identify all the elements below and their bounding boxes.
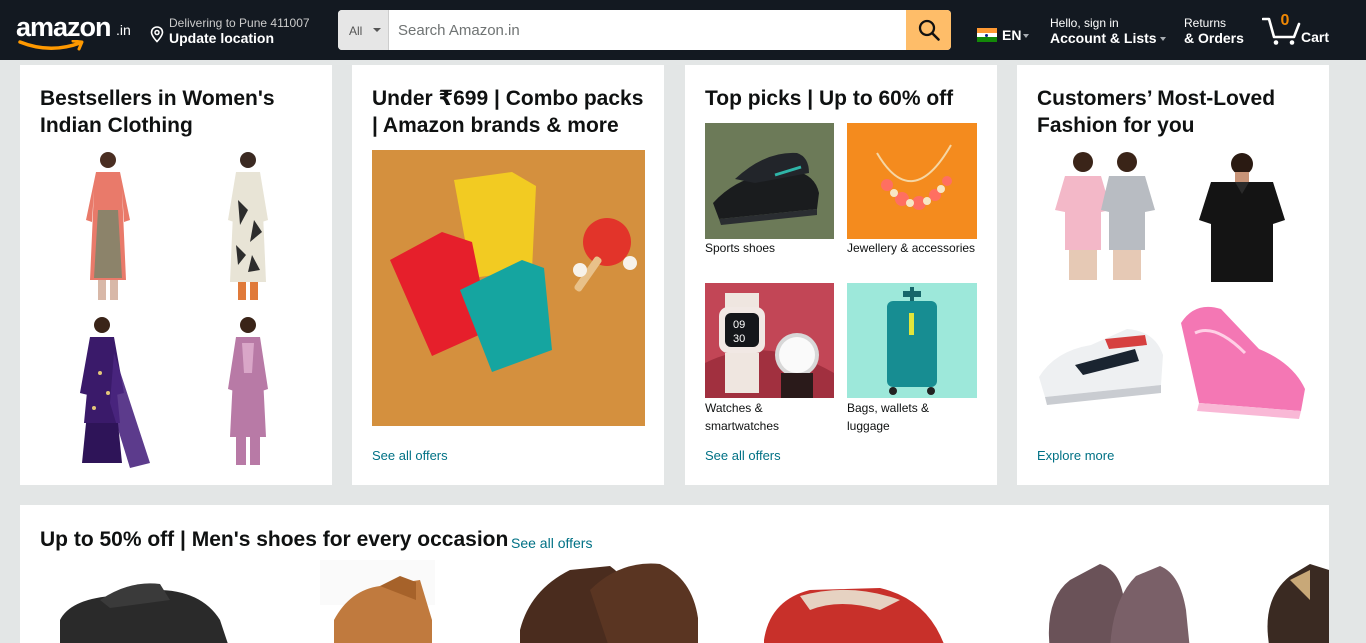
search-button[interactable] (906, 10, 951, 50)
language-code: EN (1002, 27, 1022, 43)
language-selector[interactable]: EN (977, 26, 1033, 44)
svg-text:30: 30 (733, 333, 745, 345)
logo-tld: .in (116, 22, 131, 38)
search-category-dropdown[interactable]: All (338, 10, 389, 50)
account-and-lists[interactable]: Hello, sign in Account & Lists (1050, 16, 1170, 48)
search-icon (918, 19, 940, 41)
product-image-salwar-purple[interactable] (60, 313, 160, 473)
smile-arrow-icon (18, 40, 84, 51)
see-all-offers-link[interactable]: See all offers (511, 535, 592, 551)
product-image-kurta-floral[interactable] (78, 150, 138, 305)
location-pin-icon (150, 26, 164, 43)
see-all-offers-link[interactable]: See all offers (372, 448, 448, 463)
card-combo-packs: Under ₹699 | Combo packs | Amazon brands… (352, 65, 664, 485)
account-label: Account & Lists (1050, 30, 1166, 46)
product-image-red-loafer[interactable] (760, 580, 950, 643)
account-greeting: Hello, sign in (1050, 16, 1119, 30)
delivery-location-line1: Delivering to Pune 411007 (169, 16, 310, 30)
tile-label-jewellery[interactable]: Jewellery & accessories (847, 239, 982, 257)
tile-label-sports-shoes[interactable]: Sports shoes (705, 239, 834, 257)
product-image-kurta-lavender[interactable] (218, 313, 278, 473)
product-image-tshirt-combo[interactable] (372, 150, 645, 426)
tile-label-watches[interactable]: Watches & smartwatches (705, 399, 815, 435)
chevron-down-icon (1023, 34, 1029, 38)
row-title: Up to 50% off | Men's shoes for every oc… (40, 528, 509, 551)
svg-text:09: 09 (733, 319, 745, 331)
card-most-loved-fashion: Customers’ Most-Loved Fashion for you Ex… (1017, 65, 1329, 485)
account-lists-text: Account & Lists (1050, 30, 1157, 46)
cart-button[interactable]: 0 Cart (1262, 12, 1342, 48)
product-image-shoe-partial[interactable] (1250, 560, 1329, 643)
india-flag-icon (977, 28, 997, 42)
cart-count: 0 (1280, 12, 1290, 29)
delivery-location[interactable]: Delivering to Pune 411007 Update locatio… (150, 14, 330, 48)
explore-more-link[interactable]: Explore more (1037, 448, 1114, 463)
card-mens-shoes-row: Up to 50% off | Men's shoes for every oc… (20, 505, 1329, 643)
product-image-brown-derby-shoes[interactable] (520, 560, 700, 643)
product-image-black-polo[interactable] (1197, 150, 1287, 285)
cart-label: Cart (1301, 29, 1330, 45)
card-title: Bestsellers in Women's Indian Clothing (40, 87, 275, 137)
tile-image-sports-shoes[interactable] (705, 123, 834, 239)
update-location-link[interactable]: Update location (169, 30, 274, 46)
returns-and-orders[interactable]: Returns & Orders (1184, 16, 1254, 48)
search-bar: All (338, 10, 951, 50)
product-image-boots[interactable] (1040, 560, 1200, 643)
tile-image-bags[interactable] (847, 283, 977, 398)
chevron-down-icon (373, 28, 381, 32)
tile-label-bags[interactable]: Bags, wallets & luggage (847, 399, 947, 435)
amazon-logo[interactable]: amazon .in (16, 12, 134, 51)
product-image-kurta-print[interactable] (218, 150, 278, 305)
card-womens-clothing: Bestsellers in Women's Indian Clothing (20, 65, 332, 485)
tile-image-jewellery[interactable] (847, 123, 977, 239)
logo-text: amazon (16, 12, 112, 42)
top-nav-bar: amazon .in Delivering to Pune 411007 Upd… (0, 0, 1366, 60)
orders-label: & Orders (1184, 30, 1244, 46)
product-image-oversized-tees[interactable] (1053, 150, 1157, 285)
see-all-offers-link[interactable]: See all offers (705, 448, 781, 463)
search-category-label: All (349, 24, 363, 38)
card-title: Under ₹699 | Combo packs | Amazon brands… (372, 87, 644, 137)
product-image-pink-sneaker[interactable] (1175, 293, 1309, 423)
product-image-tan-formal-shoe[interactable] (320, 560, 435, 643)
product-image-white-sneaker[interactable] (1035, 305, 1167, 410)
search-input[interactable] (390, 10, 905, 50)
card-top-picks: Top picks | Up to 60% off Sports shoes J… (685, 65, 997, 485)
tile-image-watches[interactable]: 09 30 (705, 283, 834, 398)
card-title: Top picks | Up to 60% off (705, 87, 954, 110)
returns-label: Returns (1184, 16, 1227, 30)
product-image-black-derby-shoe[interactable] (50, 560, 250, 643)
chevron-down-icon (1159, 37, 1166, 42)
card-title: Customers’ Most-Loved Fashion for you (1037, 87, 1276, 137)
